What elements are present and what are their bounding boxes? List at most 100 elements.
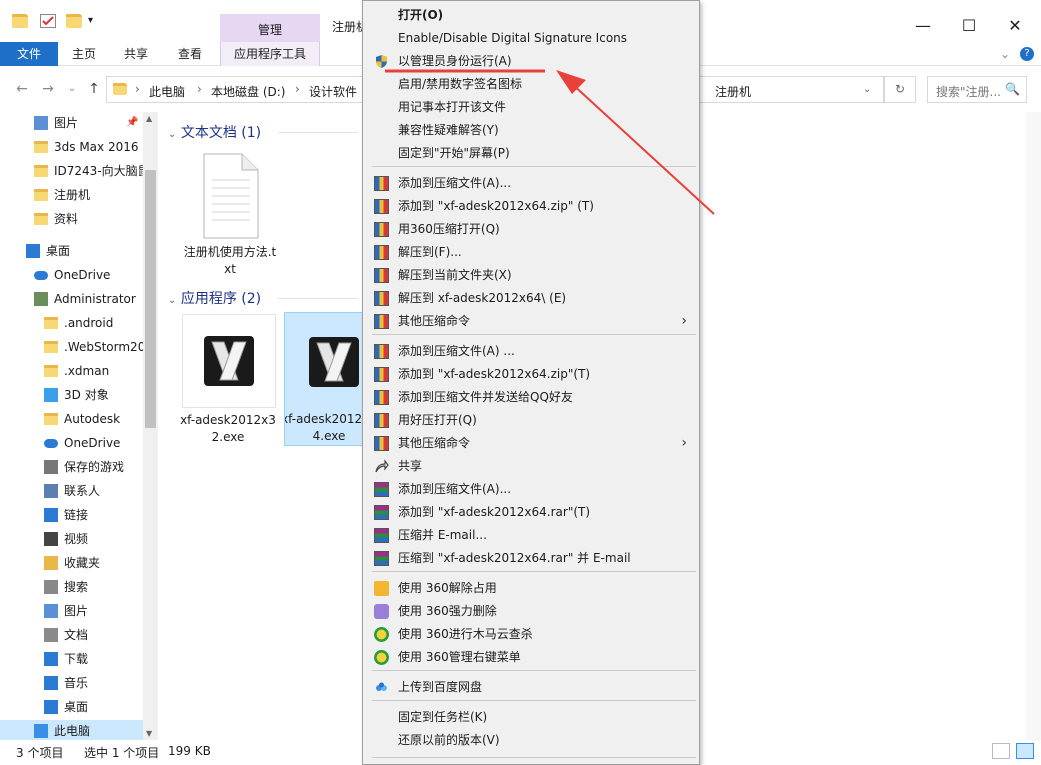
menu-item-compress-send-qq[interactable]: 添加到压缩文件并发送给QQ好友: [363, 386, 699, 409]
help-icon[interactable]: ?: [1020, 47, 1034, 61]
menu-item-label: 添加到压缩文件(A) ...: [398, 344, 515, 358]
nav-scrollbar[interactable]: ▲ ▼: [143, 112, 158, 740]
menu-separator: [372, 571, 696, 572]
group-header-applications[interactable]: ⌄ 应用程序 (2): [168, 288, 261, 308]
menu-item-add-to-zip-haozip[interactable]: 添加到 "xf-adesk2012x64.zip"(T): [363, 363, 699, 386]
menu-item-add-to-rar[interactable]: 添加到 "xf-adesk2012x64.rar"(T): [363, 501, 699, 524]
menu-item-enable-disable-signature-icons[interactable]: Enable/Disable Digital Signature Icons: [363, 27, 699, 50]
menu-item-open-with-haozip[interactable]: 用好压打开(Q): [363, 409, 699, 432]
breadcrumb-keygen[interactable]: 注册机: [715, 83, 751, 100]
breadcrumb-this-pc[interactable]: 此电脑: [149, 83, 185, 100]
user-icon: [34, 292, 48, 306]
refresh-button[interactable]: ↻: [884, 76, 916, 103]
nav-item-label: 联系人: [64, 484, 101, 498]
desktop-icon: [26, 244, 40, 258]
menu-item-run-as-administrator[interactable]: 以管理员身份运行(A): [363, 50, 699, 73]
links-icon: [44, 508, 58, 522]
submenu-arrow-icon: ›: [681, 313, 687, 329]
up-button[interactable]: ↑: [84, 79, 104, 99]
file-item-exe-x32[interactable]: xf-adesk2012x32.exe: [180, 314, 276, 446]
content-scrollbar[interactable]: [1026, 112, 1041, 740]
menu-item-label: 其他压缩命令: [398, 436, 471, 450]
scroll-up-icon[interactable]: ▲: [146, 114, 152, 123]
tab-view[interactable]: 查看: [178, 42, 202, 66]
scroll-down-icon[interactable]: ▼: [146, 729, 152, 738]
menu-item-more-compress-commands-360[interactable]: 其他压缩命令 ›: [363, 310, 699, 333]
nav-item-label: 下载: [64, 652, 89, 666]
menu-separator: [372, 334, 696, 335]
menu-item-label: 用360压缩打开(Q): [398, 222, 500, 236]
menu-item-pin-to-start[interactable]: 固定到"开始"屏幕(P): [363, 142, 699, 165]
menu-item-extract-to-folder[interactable]: 解压到 xf-adesk2012x64\ (E): [363, 287, 699, 310]
tab-share[interactable]: 共享: [124, 42, 148, 66]
chevron-down-icon: ⌄: [168, 295, 177, 306]
folder-icon: [34, 189, 48, 201]
quick-access-dropdown-icon[interactable]: ▾: [88, 14, 104, 28]
nav-scrollbar-thumb[interactable]: [145, 170, 156, 428]
uac-shield-icon: [374, 54, 389, 69]
tab-home[interactable]: 主页: [72, 42, 96, 66]
properties-icon[interactable]: [40, 14, 56, 28]
menu-item-open[interactable]: 打开(O): [363, 4, 699, 27]
menu-item-more-compress-commands-haozip[interactable]: 其他压缩命令 ›: [363, 432, 699, 455]
menu-item-toggle-signature-icons[interactable]: 启用/禁用数字签名图标: [363, 73, 699, 96]
menu-item-360-trojan-scan[interactable]: 使用 360进行木马云查杀: [363, 623, 699, 646]
menu-item-360-manage-context-menu[interactable]: 使用 360管理右键菜单: [363, 646, 699, 669]
menu-item-compatibility-troubleshoot[interactable]: 兼容性疑难解答(Y): [363, 119, 699, 142]
search-icon: [44, 580, 58, 594]
menu-item-add-to-archive-winrar[interactable]: 添加到压缩文件(A)...: [363, 478, 699, 501]
details-view-icon[interactable]: [992, 743, 1010, 759]
menu-item-360-unlock[interactable]: 使用 360解除占用: [363, 577, 699, 600]
ribbon-expand-icon[interactable]: ⌄: [1000, 42, 1010, 66]
menu-item-pin-to-taskbar[interactable]: 固定到任务栏(K): [363, 706, 699, 729]
archive-icon: [374, 176, 389, 191]
nav-item-label: 桌面: [64, 700, 89, 714]
archive-icon: [374, 367, 389, 382]
menu-separator: [372, 670, 696, 671]
search-input[interactable]: 搜索"注册... 🔍: [927, 76, 1027, 103]
file-item-txt[interactable]: 注册机使用方法.txt: [182, 150, 278, 280]
menu-item-360-force-delete[interactable]: 使用 360强力删除: [363, 600, 699, 623]
maximize-button[interactable]: ☐: [946, 12, 992, 40]
menu-item-extract-here[interactable]: 解压到当前文件夹(X): [363, 264, 699, 287]
menu-item-label: 用记事本打开该文件: [398, 100, 507, 114]
nav-item-label: 图片: [64, 604, 89, 618]
nav-item-label: 资料: [54, 212, 79, 226]
menu-item-open-with-notepad[interactable]: 用记事本打开该文件: [363, 96, 699, 119]
menu-item-label: 使用 360解除占用: [398, 581, 497, 595]
menu-item-open-with-360zip[interactable]: 用360压缩打开(Q): [363, 218, 699, 241]
tab-application-tools[interactable]: 应用程序工具: [220, 42, 320, 66]
nav-item-label: .xdman: [64, 364, 110, 378]
forward-button[interactable]: →: [38, 79, 58, 99]
minimize-button[interactable]: —: [900, 12, 946, 40]
tab-file[interactable]: 文件: [0, 42, 58, 66]
baidu-netdisk-icon: [374, 680, 389, 695]
archive-icon: [374, 314, 389, 329]
music-icon: [44, 676, 58, 690]
pin-icon[interactable]: 📌: [126, 112, 138, 134]
pictures-icon: [34, 116, 48, 130]
recent-locations-icon[interactable]: ⌄: [62, 79, 82, 99]
menu-item-add-to-zip-360[interactable]: 添加到 "xf-adesk2012x64.zip" (T): [363, 195, 699, 218]
menu-item-add-to-archive-haozip[interactable]: 添加到压缩文件(A) ...: [363, 340, 699, 363]
menu-item-add-to-archive-360[interactable]: 添加到压缩文件(A)...: [363, 172, 699, 195]
menu-item-label: Enable/Disable Digital Signature Icons: [398, 31, 628, 45]
menu-item-share[interactable]: 共享: [363, 455, 699, 478]
menu-item-upload-baidu-netdisk[interactable]: 上传到百度网盘: [363, 676, 699, 699]
group-header-text-documents[interactable]: ⌄ 文本文档 (1): [168, 122, 261, 142]
address-dropdown-icon[interactable]: ⌄: [863, 84, 871, 95]
menu-separator: [372, 757, 696, 758]
breadcrumb-design-software[interactable]: 设计软件: [309, 83, 357, 100]
menu-item-extract-to[interactable]: 解压到(F)...: [363, 241, 699, 264]
file-item-exe-x64-selected[interactable]: xf-adesk2012x64.exe: [284, 312, 364, 446]
manage-context-tab[interactable]: 管理: [220, 14, 320, 42]
large-icons-view-icon[interactable]: [1016, 743, 1034, 759]
close-button[interactable]: ✕: [992, 12, 1038, 40]
breadcrumb-local-disk[interactable]: 本地磁盘 (D:): [211, 83, 285, 100]
menu-item-compress-to-rar-and-email[interactable]: 压缩到 "xf-adesk2012x64.rar" 并 E-mail: [363, 547, 699, 570]
back-button[interactable]: ←: [12, 79, 32, 99]
menu-item-compress-and-email[interactable]: 压缩并 E-mail...: [363, 524, 699, 547]
folder-icon: [44, 317, 58, 329]
new-folder-icon[interactable]: [66, 14, 82, 28]
menu-item-restore-previous-versions[interactable]: 还原以前的版本(V): [363, 729, 699, 752]
